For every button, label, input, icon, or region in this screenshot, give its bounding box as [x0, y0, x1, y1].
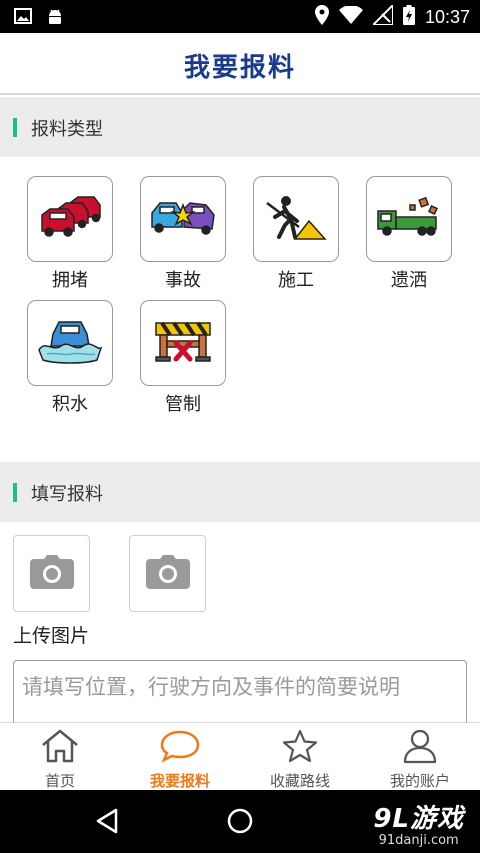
description-placeholder: 请填写位置，行驶方向及事件的简要说明: [22, 675, 400, 699]
section-title-types: 报料类型: [31, 119, 103, 140]
traffic-jam-icon: [36, 193, 104, 245]
section-accent-bar: [13, 118, 17, 137]
type-option-control[interactable]: 管制: [140, 300, 226, 416]
android-notification-icon: [46, 8, 64, 30]
type-label: 遗洒: [391, 270, 427, 291]
description-input[interactable]: 请填写位置，行驶方向及事件的简要说明: [13, 660, 467, 730]
type-label: 管制: [165, 394, 201, 415]
home-circle-icon[interactable]: [226, 807, 254, 839]
camera-icon: [29, 554, 74, 593]
type-tile[interactable]: [27, 176, 113, 262]
waterlogging-car-icon: [35, 316, 105, 370]
upload-photos-label: 上传图片: [13, 625, 90, 647]
nav-label: 收藏路线: [269, 772, 330, 790]
back-icon[interactable]: [94, 807, 120, 839]
nav-item-home[interactable]: 首页: [0, 723, 120, 790]
type-tile[interactable]: [366, 176, 452, 262]
home-icon: [40, 729, 80, 767]
nav-item-saved-routes[interactable]: 收藏路线: [240, 723, 360, 790]
nav-item-report[interactable]: 我要报料: [120, 723, 240, 790]
clock-time: 10:37: [424, 6, 470, 27]
section-header-types: 报料类型: [0, 97, 480, 157]
star-icon: [282, 729, 318, 767]
road-work-icon: [265, 193, 327, 245]
bottom-navigation: 首页 我要报料 收藏路线 我的账户: [0, 722, 480, 790]
photo-upload-slot-2[interactable]: [129, 535, 206, 612]
type-option-waterlogging[interactable]: 积水: [27, 300, 113, 416]
battery-charging-icon: [402, 5, 415, 29]
car-accident-icon: [148, 195, 218, 243]
spilled-cargo-truck-icon: [374, 193, 444, 245]
system-navigation-bar: 9L游戏 91danji.com: [0, 790, 480, 853]
type-tile[interactable]: [253, 176, 339, 262]
speech-bubble-icon: [159, 729, 201, 767]
user-icon: [403, 728, 437, 768]
type-tile[interactable]: [27, 300, 113, 386]
photo-upload-slot-1[interactable]: [13, 535, 90, 612]
nav-label: 我的账户: [389, 772, 450, 790]
watermark-logo: 9L游戏: [373, 804, 464, 834]
status-bar: 10:37: [0, 0, 480, 33]
type-label: 拥堵: [52, 270, 88, 291]
camera-icon: [145, 554, 190, 593]
section-header-fill: 填写报料: [0, 462, 480, 522]
type-tile[interactable]: [140, 176, 226, 262]
type-option-construction[interactable]: 施工: [253, 176, 339, 292]
nav-label: 首页: [44, 772, 75, 790]
type-tile[interactable]: [140, 300, 226, 386]
location-icon: [314, 5, 329, 29]
page-title: 我要报料: [183, 53, 296, 83]
road-barrier-icon: [152, 317, 214, 369]
section-accent-bar: [13, 483, 17, 502]
app-bar: 我要报料: [0, 33, 480, 95]
type-option-accident[interactable]: 事故: [140, 176, 226, 292]
section-title-fill: 填写报料: [31, 484, 103, 505]
watermark-url: 91danji.com: [378, 833, 459, 848]
type-option-spill[interactable]: 遗洒: [366, 176, 452, 292]
wifi-icon: [338, 5, 363, 28]
type-label: 施工: [278, 270, 314, 291]
type-label: 事故: [165, 270, 201, 291]
type-option-congestion[interactable]: 拥堵: [27, 176, 113, 292]
type-label: 积水: [52, 394, 88, 415]
nav-item-account[interactable]: 我的账户: [360, 723, 480, 790]
nav-label: 我要报料: [149, 772, 210, 790]
watermark: 9L游戏 91danji.com: [373, 798, 464, 848]
image-notification-icon: [14, 8, 32, 30]
no-signal-icon: [370, 2, 394, 29]
